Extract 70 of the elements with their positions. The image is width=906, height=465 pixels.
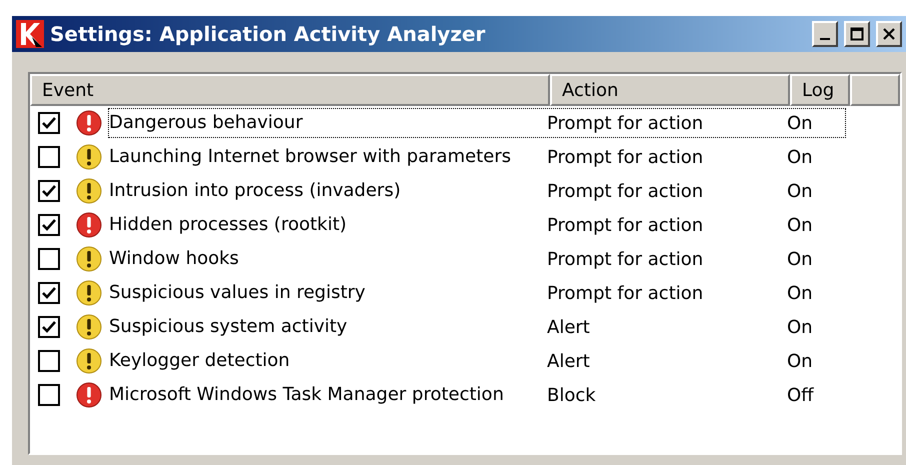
log-cell-text: On <box>787 112 814 136</box>
column-header[interactable]: Action <box>550 74 790 106</box>
minimize-icon <box>820 38 830 40</box>
check-icon <box>41 285 57 301</box>
warning-icon <box>76 314 102 340</box>
column-header[interactable]: Log <box>790 74 850 106</box>
warning-icon <box>76 280 102 306</box>
event-name: Intrusion into process (invaders) <box>109 179 402 203</box>
error-icon <box>76 212 102 238</box>
event-name: Window hooks <box>109 247 240 271</box>
checkbox[interactable] <box>38 384 60 406</box>
checkbox[interactable] <box>38 146 60 168</box>
checkbox[interactable] <box>38 350 60 372</box>
action-cell-text: Alert <box>547 316 591 340</box>
log-cell-text: On <box>787 350 814 374</box>
event-name: Hidden processes (rootkit) <box>109 213 348 237</box>
list-row[interactable]: Intrusion into process (invaders) Prompt for action On <box>108 176 846 206</box>
close-icon <box>882 27 896 41</box>
maximize-icon <box>850 27 864 41</box>
checkbox[interactable] <box>38 180 60 202</box>
action-cell-text: Prompt for action <box>547 112 704 136</box>
list-row[interactable]: Hidden processes (rootkit) Prompt for action On <box>108 210 846 240</box>
warning-icon <box>76 246 102 272</box>
checkbox[interactable] <box>38 112 60 134</box>
action-cell-text: Prompt for action <box>547 248 704 272</box>
log-cell-text: On <box>787 316 814 340</box>
checkbox[interactable] <box>38 316 60 338</box>
event-name: Suspicious values in registry <box>109 281 366 305</box>
list-row[interactable]: Window hooks Prompt for action On <box>108 244 846 274</box>
checkbox[interactable] <box>38 282 60 304</box>
list-row[interactable]: Dangerous behaviour Prompt for action On <box>108 108 846 138</box>
event-name: Keylogger detection <box>109 349 291 373</box>
warning-icon <box>76 144 102 170</box>
list-row[interactable]: Suspicious system activity Alert On <box>108 312 846 342</box>
action-cell-text: Alert <box>547 350 591 374</box>
warning-icon <box>76 348 102 374</box>
check-icon <box>41 183 57 199</box>
action-cell-text: Prompt for action <box>547 146 704 170</box>
checkbox[interactable] <box>38 248 60 270</box>
event-name: Microsoft Windows Task Manager protection <box>109 383 505 407</box>
event-name: Launching Internet browser with parameters <box>109 145 512 169</box>
log-cell-text: On <box>787 214 814 238</box>
list-row[interactable]: Launching Internet browser with parameters Prompt for action On <box>108 142 846 172</box>
log-cell-text: On <box>787 146 814 170</box>
error-icon <box>76 110 102 136</box>
list-row[interactable]: Microsoft Windows Task Manager protection Block Off <box>108 380 846 410</box>
log-cell-text: On <box>787 282 814 306</box>
log-cell-text: On <box>787 248 814 272</box>
app-logo-icon <box>16 20 44 48</box>
check-icon <box>41 217 57 233</box>
error-icon <box>76 382 102 408</box>
action-cell-text: Prompt for action <box>547 214 704 238</box>
list-row[interactable]: Suspicious values in registry Prompt for action On <box>108 278 846 308</box>
column-header[interactable]: Event <box>30 74 550 106</box>
window-title: Settings: Application Activity Analyzer <box>50 21 486 48</box>
action-cell-text: Prompt for action <box>547 282 704 306</box>
maximize-button[interactable] <box>844 21 870 47</box>
check-icon <box>41 319 57 335</box>
action-cell-text: Prompt for action <box>547 180 704 204</box>
check-icon <box>41 115 57 131</box>
close-button[interactable] <box>876 21 902 47</box>
event-name: Suspicious system activity <box>109 315 348 339</box>
list-row[interactable]: Keylogger detection Alert On <box>108 346 846 376</box>
checkbox[interactable] <box>38 214 60 236</box>
log-cell-text: Off <box>787 384 815 408</box>
event-name: Dangerous behaviour <box>109 111 304 135</box>
minimize-button[interactable] <box>812 21 838 47</box>
action-cell-text: Block <box>547 384 597 408</box>
log-cell-text: On <box>787 180 814 204</box>
warning-icon <box>76 178 102 204</box>
